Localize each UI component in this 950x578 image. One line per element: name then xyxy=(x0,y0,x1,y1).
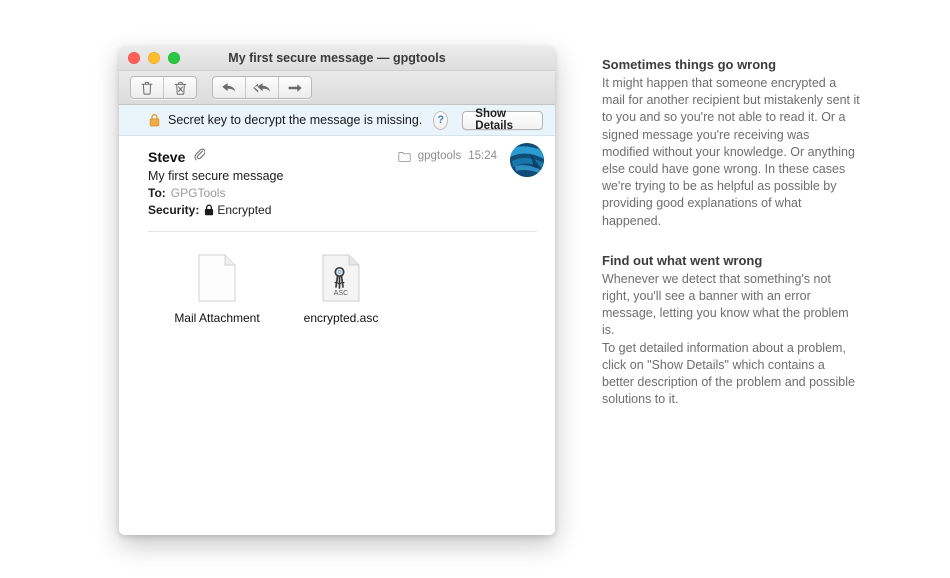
toolbar-group-reply xyxy=(212,76,312,99)
junk-button[interactable] xyxy=(164,77,196,98)
lock-icon xyxy=(149,113,160,127)
reply-all-button[interactable] xyxy=(246,77,279,98)
message-meta: gpgtools 15:24 xyxy=(398,150,497,162)
folder-icon xyxy=(398,151,411,162)
message-time: 15:24 xyxy=(468,150,497,162)
section-body-first: Whenever we detect that something's not … xyxy=(602,271,849,338)
window-titlebar: My first secure message — gpgtools xyxy=(119,46,555,71)
section-body-second: To get detailed information about a prob… xyxy=(602,340,855,407)
security-row: Security: Encrypted xyxy=(148,203,537,217)
attachments-list: Mail Attachment ASC encrypted.asc xyxy=(119,232,555,325)
banner-message: Secret key to decrypt the message is mis… xyxy=(168,113,423,127)
security-label: Security: xyxy=(148,203,200,217)
section-heading: Sometimes things go wrong xyxy=(602,57,777,72)
junk-icon xyxy=(174,81,187,95)
to-value[interactable]: GPGTools xyxy=(171,186,226,200)
trash-icon xyxy=(141,81,153,95)
section-body: It might happen that someone encrypted a… xyxy=(602,76,860,228)
recipient-row: To: GPGTools xyxy=(148,186,537,200)
reply-all-icon xyxy=(253,81,271,94)
delete-button[interactable] xyxy=(131,77,164,98)
forward-icon xyxy=(287,82,303,94)
forward-button[interactable] xyxy=(279,77,311,98)
toolbar-group-delete xyxy=(130,76,197,99)
section-things-go-wrong: Sometimes things go wrong It might happe… xyxy=(602,56,860,230)
section-heading: Find out what went wrong xyxy=(602,252,763,268)
message-header: Steve My first secure message To: GPGToo… xyxy=(119,136,555,217)
reply-icon xyxy=(221,81,237,94)
paperclip-icon xyxy=(194,148,207,166)
error-banner: Secret key to decrypt the message is mis… xyxy=(119,105,555,136)
message-subject: My first secure message xyxy=(148,169,284,183)
attachment-item[interactable]: ASC encrypted.asc xyxy=(293,250,389,325)
toolbar xyxy=(119,71,555,105)
lock-closed-icon xyxy=(204,204,214,216)
help-button[interactable]: ? xyxy=(433,110,449,130)
mail-window: My first secure message — gpgtools Secre… xyxy=(119,46,555,535)
attachment-item[interactable]: Mail Attachment xyxy=(169,250,265,325)
sender-name: Steve xyxy=(148,149,186,165)
attachment-label: Mail Attachment xyxy=(174,311,260,325)
section-find-out: Find out what went wrong Whenever we det… xyxy=(602,252,860,409)
to-label: To: xyxy=(148,186,166,200)
asc-key-file-icon: ASC xyxy=(322,250,360,302)
avatar xyxy=(510,143,544,177)
reply-button[interactable] xyxy=(213,77,246,98)
mailbox-name: gpgtools xyxy=(417,150,462,162)
window-title: My first secure message — gpgtools xyxy=(228,51,446,65)
security-value: Encrypted xyxy=(217,203,272,217)
explanatory-text: Sometimes things go wrong It might happe… xyxy=(602,56,860,408)
blank-document-icon xyxy=(198,250,236,302)
show-details-button[interactable]: Show Details xyxy=(462,108,543,132)
attachment-label: encrypted.asc xyxy=(303,311,379,325)
asc-badge-text: ASC xyxy=(334,290,348,297)
